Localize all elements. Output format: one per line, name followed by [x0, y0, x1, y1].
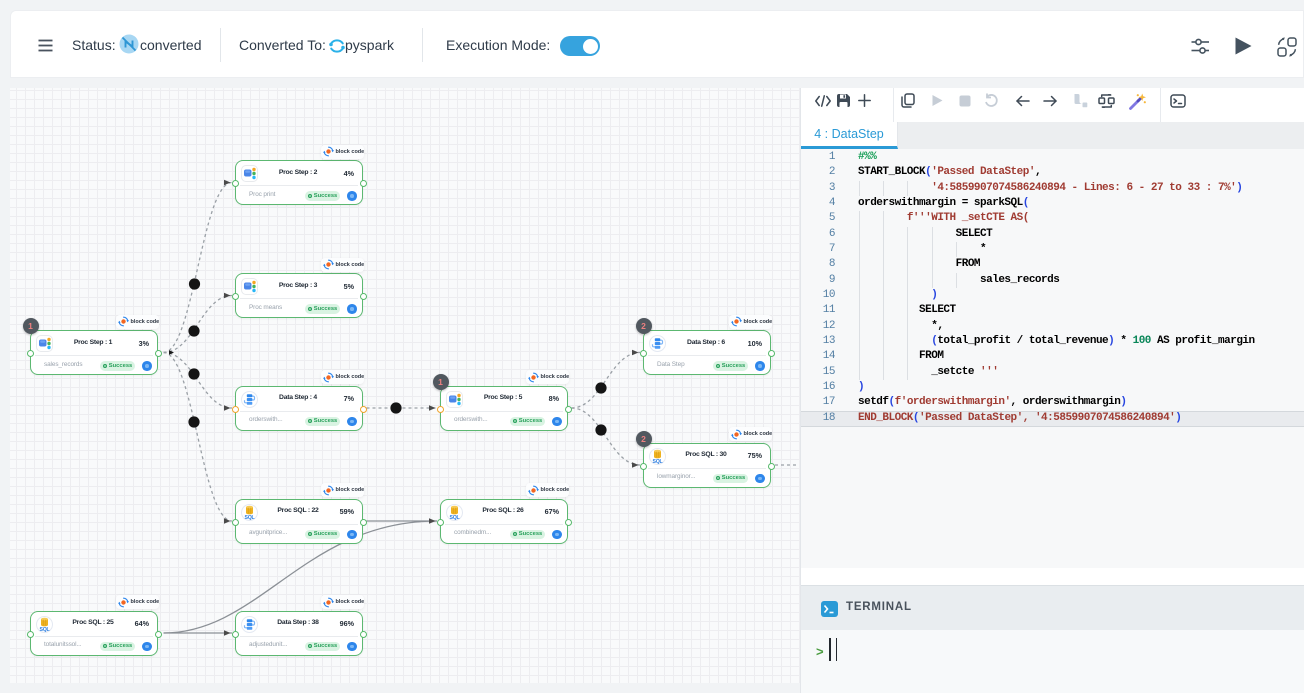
svg-text:SQL: SQL — [652, 459, 663, 465]
svg-text:SQL: SQL — [39, 627, 50, 633]
svg-text:SQL: SQL — [449, 515, 460, 521]
svg-text:SQL: SQL — [244, 515, 255, 521]
